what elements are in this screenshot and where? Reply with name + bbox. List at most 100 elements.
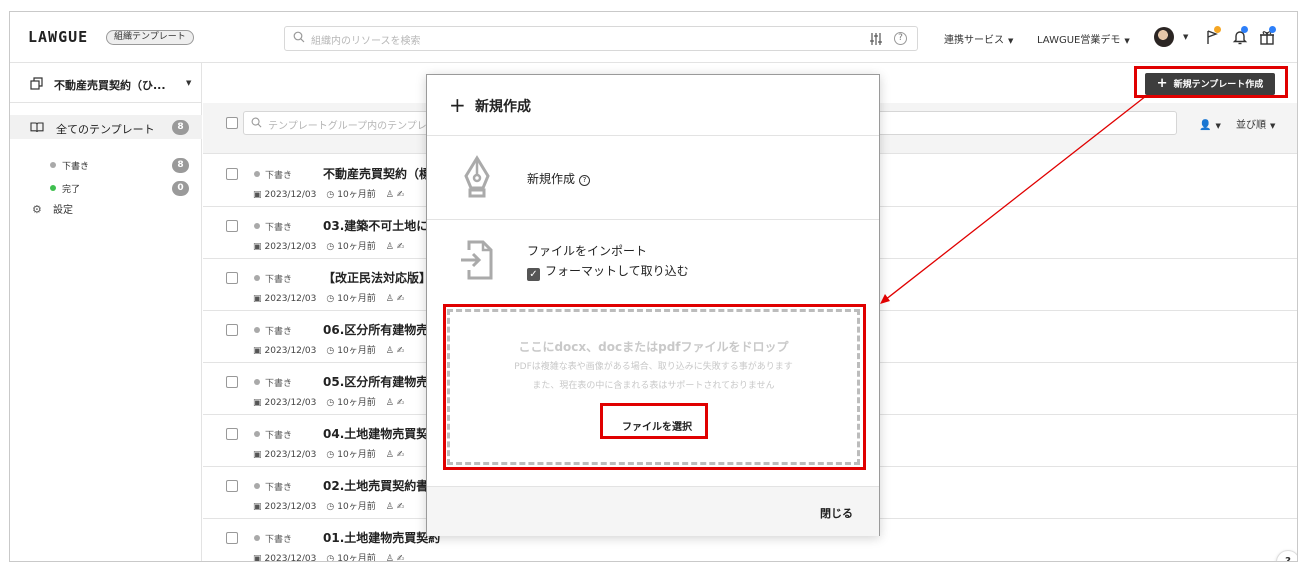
status-label: 下書き (265, 379, 293, 389)
book-icon (30, 122, 44, 133)
option-import[interactable]: ファイルをインポート ✓ フォーマットして取り込む (427, 220, 879, 304)
sort-menu[interactable]: 並び順 ▼ (1236, 120, 1275, 131)
status-label: 下書き (265, 223, 293, 233)
updated-time: 10ヶ月前 (337, 294, 376, 304)
sidebar-item-label: 完了 (62, 185, 81, 195)
chevron-down-icon: ▼ (186, 79, 192, 87)
filter-icon[interactable] (869, 32, 883, 46)
help-icon[interactable]: ? (579, 175, 591, 186)
sidebar-item-settings[interactable]: ⚙ 設定 (32, 201, 73, 216)
signature-icon: ✍ (396, 398, 405, 408)
new-create-modal: + 新規作成 新規作成? ファイルをインポート ✓ フォーマットして取り込む ここ… (426, 74, 880, 536)
row-meta: ▣ 2023/12/03 ◷ 10ヶ月前 ♙ ✍ (253, 551, 407, 562)
updated-time: 10ヶ月前 (337, 502, 376, 512)
clock-icon: ◷ (326, 554, 335, 562)
template-title[interactable]: 02.土地売買契約書類 (323, 477, 440, 494)
count-badge: 0 (172, 181, 189, 196)
avatar[interactable] (1154, 27, 1174, 47)
status-badge: 下書き (254, 376, 292, 389)
calendar-icon: ▣ (253, 398, 262, 408)
plus-icon: + (449, 93, 466, 117)
gift-notification-dot (1269, 26, 1276, 33)
signature-icon: ✍ (396, 242, 405, 252)
status-dot (50, 185, 56, 191)
template-title[interactable]: 【改正民法対応版】 (323, 269, 431, 286)
row-meta: ▣ 2023/12/03 ◷ 10ヶ月前 ♙ ✍ (253, 343, 407, 356)
status-badge: 下書き (254, 324, 292, 337)
status-badge: 下書き (254, 272, 292, 285)
created-date: 2023/12/03 (264, 450, 317, 460)
status-label: 下書き (265, 535, 293, 545)
option-import-label: ファイルをインポート (527, 244, 648, 258)
template-title[interactable]: 03.建築不可土地に関 (323, 217, 440, 234)
search-placeholder: 組織内のリソースを検索 (311, 36, 421, 47)
user-icon: ♙ (385, 554, 394, 562)
signature-icon: ✍ (396, 450, 405, 460)
copy-icon (30, 77, 43, 90)
global-search[interactable]: 組織内のリソースを検索 ? (284, 26, 918, 51)
calendar-icon: ▣ (253, 346, 262, 356)
bell-notification-dot (1241, 26, 1248, 33)
status-dot (50, 162, 56, 168)
row-checkbox[interactable] (226, 480, 238, 492)
integrations-menu[interactable]: 連携サービス ▼ (944, 31, 1013, 46)
row-checkbox[interactable] (226, 220, 238, 232)
option-new-create[interactable]: 新規作成? (427, 136, 879, 220)
sidebar-item-label: 設定 (53, 205, 73, 216)
avatar-menu-caret[interactable]: ▼ (1179, 31, 1188, 42)
gear-icon: ⚙ (32, 203, 42, 216)
chevron-down-icon[interactable]: ▼ (1215, 122, 1220, 130)
format-import-toggle[interactable]: ✓ フォーマットして取り込む (527, 262, 689, 281)
row-checkbox[interactable] (226, 272, 238, 284)
status-dot (254, 223, 260, 229)
clock-icon: ◷ (326, 502, 335, 512)
row-meta: ▣ 2023/12/03 ◷ 10ヶ月前 ♙ ✍ (253, 395, 407, 408)
sidebar-item-draft[interactable]: 下書き (50, 159, 89, 172)
user-icon: ♙ (385, 294, 394, 304)
row-checkbox[interactable] (226, 168, 238, 180)
sidebar-item-complete[interactable]: 完了 (50, 182, 80, 195)
row-checkbox[interactable] (226, 324, 238, 336)
file-import-icon (461, 240, 493, 280)
row-checkbox[interactable] (226, 376, 238, 388)
row-checkbox[interactable] (226, 532, 238, 544)
search-help-icon[interactable]: ? (894, 32, 907, 45)
user-filter-icon[interactable]: 👤 (1199, 120, 1211, 131)
template-title[interactable]: 05.区分所有建物売買 (323, 373, 440, 390)
select-all-checkbox[interactable] (226, 117, 238, 129)
template-title[interactable]: 06.区分所有建物売買 (323, 321, 440, 338)
clock-icon: ◷ (326, 398, 335, 408)
template-title[interactable]: 01.土地建物売買契約 (323, 529, 440, 546)
status-dot (254, 431, 260, 437)
status-label: 下書き (265, 483, 293, 493)
signature-icon: ✍ (396, 190, 405, 200)
status-dot (254, 483, 260, 489)
status-dot (254, 535, 260, 541)
count-badge: 8 (172, 120, 189, 135)
format-import-label: フォーマットして取り込む (545, 264, 689, 278)
org-template-badge: 組織テンプレート (106, 30, 194, 45)
created-date: 2023/12/03 (264, 554, 317, 562)
updated-time: 10ヶ月前 (337, 450, 376, 460)
sidebar-item-all-templates[interactable]: 全てのテンプレート 8 (10, 115, 202, 139)
status-label: 下書き (265, 171, 293, 181)
row-meta: ▣ 2023/12/03 ◷ 10ヶ月前 ♙ ✍ (253, 499, 407, 512)
workspace-menu[interactable]: LAWGUE営業デモ ▼ (1037, 31, 1130, 46)
user-icon: ♙ (385, 346, 394, 356)
logo[interactable]: LAWGUE (28, 28, 88, 46)
row-checkbox[interactable] (226, 428, 238, 440)
calendar-icon: ▣ (253, 294, 262, 304)
project-selector[interactable]: 不動産売買契約（ひ... ▼ (10, 63, 202, 103)
chevron-down-icon: ▼ (1008, 37, 1014, 45)
template-title[interactable]: 不動産売買契約（標 (323, 165, 431, 182)
row-meta: ▣ 2023/12/03 ◷ 10ヶ月前 ♙ ✍ (253, 239, 407, 252)
user-icon: ♙ (385, 190, 394, 200)
close-button[interactable]: 閉じる (820, 505, 853, 521)
template-title[interactable]: 04.土地建物売買契約 (323, 425, 440, 442)
user-icon: ♙ (385, 398, 394, 408)
search-icon (251, 117, 262, 128)
clock-icon: ◷ (326, 242, 335, 252)
created-date: 2023/12/03 (264, 346, 317, 356)
checkbox-checked-icon[interactable]: ✓ (527, 268, 540, 281)
modal-title: 新規作成 (475, 99, 531, 115)
